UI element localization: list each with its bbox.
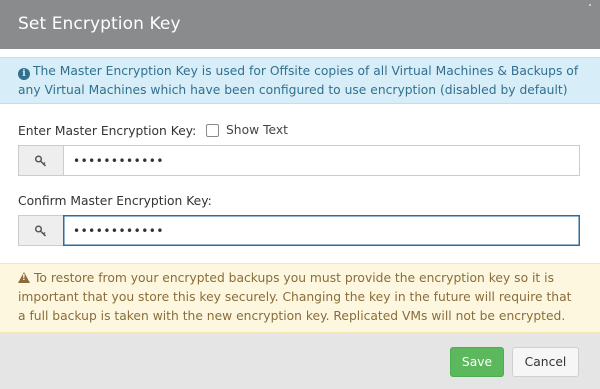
header-corner-mark <box>589 4 591 6</box>
dialog-header: Set Encryption Key <box>0 0 600 49</box>
dialog-title: Set Encryption Key <box>18 14 181 34</box>
warning-alert: To restore from your encrypted backups y… <box>0 263 600 333</box>
show-text-toggle[interactable]: Show Text <box>206 123 288 137</box>
show-text-checkbox[interactable] <box>206 123 219 137</box>
dialog-footer: Save Cancel <box>0 333 600 389</box>
key-icon <box>18 145 63 176</box>
show-text-label: Show Text <box>226 123 288 137</box>
confirm-key-input-group <box>18 215 580 246</box>
set-encryption-key-dialog: Set Encryption Key i The Master Encryptio… <box>0 0 600 389</box>
confirm-key-label: Confirm Master Encryption Key: <box>18 194 212 208</box>
cancel-button[interactable]: Cancel <box>512 347 579 377</box>
warning-alert-text: To restore from your encrypted backups y… <box>18 271 572 323</box>
info-alert: i The Master Encryption Key is used for O… <box>0 57 600 104</box>
master-key-input[interactable] <box>63 145 580 176</box>
save-button[interactable]: Save <box>450 347 504 377</box>
key-icon <box>18 215 63 246</box>
warning-icon <box>18 272 30 283</box>
master-key-label: Enter Master Encryption Key: <box>18 124 197 138</box>
confirm-key-input[interactable] <box>63 215 580 246</box>
info-icon: i <box>18 68 30 80</box>
info-alert-text: The Master Encryption Key is used for Of… <box>18 64 579 97</box>
master-key-input-group <box>18 145 580 176</box>
